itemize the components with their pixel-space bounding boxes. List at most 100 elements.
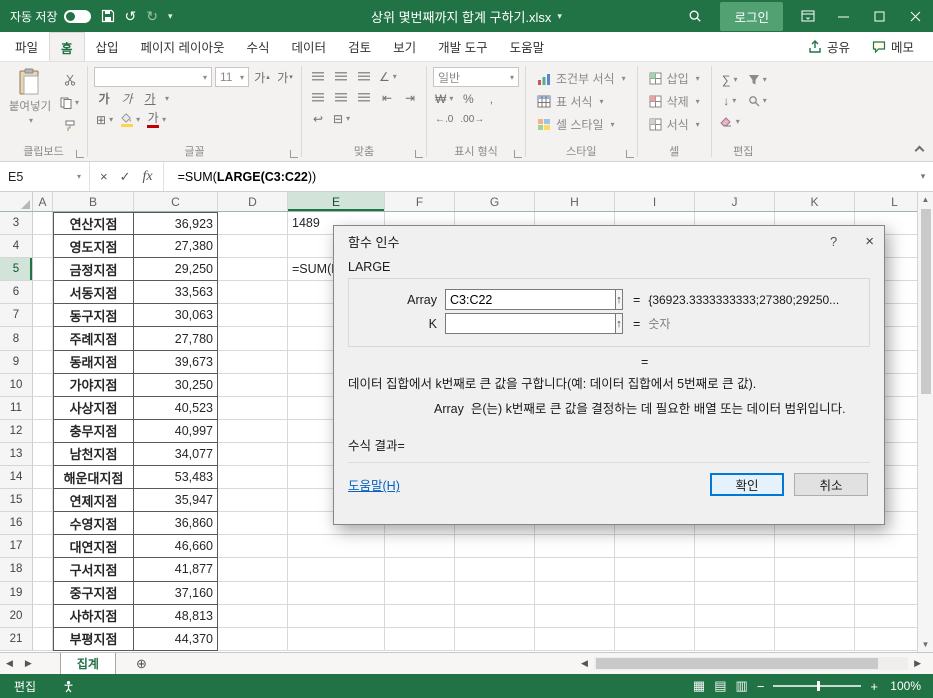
column-header-D[interactable]: D xyxy=(218,192,288,211)
cell-D13[interactable] xyxy=(218,442,288,467)
cell-A9[interactable] xyxy=(33,350,53,374)
percent-style-button[interactable]: % xyxy=(458,89,478,108)
scroll-down-icon[interactable]: ▼ xyxy=(922,637,930,652)
font-dialog-launcher-icon[interactable] xyxy=(290,150,299,158)
cell-B14[interactable]: 해운대지점 xyxy=(53,466,134,490)
row-header-20[interactable]: 20 xyxy=(0,604,33,628)
cell-styles-button[interactable]: 셀 스타일 ▾ xyxy=(532,114,631,135)
increase-decimal-button[interactable]: .00→ xyxy=(458,110,486,129)
tab-개발 도구[interactable]: 개발 도구 xyxy=(427,32,498,61)
cell-C15[interactable]: 35,947 xyxy=(134,489,218,513)
clear-button[interactable]: ▾ xyxy=(718,112,742,131)
cell-C11[interactable]: 40,523 xyxy=(134,396,218,420)
cell-C16[interactable]: 36,860 xyxy=(134,512,218,536)
wrap-text-button[interactable]: ↩ xyxy=(308,109,328,128)
tab-수식[interactable]: 수식 xyxy=(236,32,281,61)
cell-L21[interactable] xyxy=(855,627,917,651)
styles-dialog-launcher-icon[interactable] xyxy=(625,150,634,158)
cell-D19[interactable] xyxy=(218,581,288,605)
cell-D3[interactable] xyxy=(218,212,288,236)
tab-데이터[interactable]: 데이터 xyxy=(281,32,338,61)
decrease-font-size-button[interactable]: 가 ▾ xyxy=(275,68,295,87)
cell-C20[interactable]: 48,813 xyxy=(134,604,218,628)
cell-A15[interactable] xyxy=(33,489,53,513)
autosave-switch-icon[interactable] xyxy=(63,9,91,23)
column-header-G[interactable]: G xyxy=(455,192,535,211)
sheet-tab-active[interactable]: 집계 xyxy=(59,653,116,674)
cell-C17[interactable]: 46,660 xyxy=(134,535,218,559)
cancel-button[interactable]: 취소 xyxy=(794,473,868,497)
cell-I20[interactable] xyxy=(615,604,695,628)
vertical-scrollbar[interactable]: ▲ ▼ xyxy=(917,192,933,652)
cell-J17[interactable] xyxy=(695,535,775,559)
cell-B9[interactable]: 동래지점 xyxy=(53,350,134,374)
help-link[interactable]: 도움말(H) xyxy=(348,475,400,494)
share-button[interactable]: 공유 xyxy=(799,34,859,59)
redo-button[interactable]: ↻ xyxy=(146,8,158,25)
number-format-select[interactable]: 일반 ▾ xyxy=(433,67,520,87)
align-top-button[interactable] xyxy=(308,67,328,86)
cell-B16[interactable]: 수영지점 xyxy=(53,512,134,536)
row-header-3[interactable]: 3 xyxy=(0,212,33,236)
number-dialog-launcher-icon[interactable] xyxy=(514,150,523,158)
collapse-ribbon-icon[interactable] xyxy=(914,145,925,156)
column-header-I[interactable]: I xyxy=(615,192,695,211)
row-header-8[interactable]: 8 xyxy=(0,327,33,351)
cell-E20[interactable] xyxy=(288,604,385,628)
cell-A6[interactable] xyxy=(33,281,53,305)
vertical-scrollbar-thumb[interactable] xyxy=(920,209,931,394)
alignment-dialog-launcher-icon[interactable] xyxy=(415,150,424,158)
autosave-toggle[interactable]: 자동 저장 xyxy=(10,8,91,25)
cell-H20[interactable] xyxy=(535,604,615,628)
cell-B7[interactable]: 동구지점 xyxy=(53,304,134,328)
italic-button[interactable]: 가 xyxy=(117,89,137,108)
column-header-A[interactable]: A xyxy=(33,192,53,211)
cell-A8[interactable] xyxy=(33,327,53,351)
tab-페이지 레이아웃[interactable]: 페이지 레이아웃 xyxy=(130,32,236,61)
cell-D14[interactable] xyxy=(218,466,288,490)
page-layout-view-button[interactable]: ▤ xyxy=(714,678,726,694)
row-header-5[interactable]: 5 xyxy=(0,258,33,282)
zoom-in-button[interactable]: + xyxy=(870,679,878,694)
cell-B11[interactable]: 사상지점 xyxy=(53,396,134,420)
cell-L18[interactable] xyxy=(855,558,917,582)
cell-C4[interactable]: 27,380 xyxy=(134,235,218,259)
paste-button[interactable]: 붙여넣기 ▾ xyxy=(6,66,54,125)
cell-A16[interactable] xyxy=(33,512,53,536)
cell-D10[interactable] xyxy=(218,373,288,397)
align-middle-button[interactable] xyxy=(331,67,351,86)
search-icon[interactable] xyxy=(678,0,712,32)
tab-보기[interactable]: 보기 xyxy=(382,32,427,61)
cell-L19[interactable] xyxy=(855,581,917,605)
cell-D18[interactable] xyxy=(218,558,288,582)
dialog-title-bar[interactable]: 함수 인수 ? × xyxy=(334,226,884,256)
cell-C13[interactable]: 34,077 xyxy=(134,442,218,467)
close-button[interactable] xyxy=(897,0,933,32)
cell-D9[interactable] xyxy=(218,350,288,374)
cell-B21[interactable]: 부평지점 xyxy=(53,627,134,651)
cell-D8[interactable] xyxy=(218,327,288,351)
cell-D16[interactable] xyxy=(218,512,288,536)
increase-font-size-button[interactable]: 가 ▴ xyxy=(252,68,272,87)
cell-E21[interactable] xyxy=(288,627,385,651)
zoom-level[interactable]: 100% xyxy=(887,679,921,693)
minimize-button[interactable] xyxy=(825,0,861,32)
copy-button[interactable]: ▾ xyxy=(58,93,81,112)
find-select-button[interactable]: ▾ xyxy=(746,91,769,110)
cell-D11[interactable] xyxy=(218,396,288,420)
clipboard-dialog-launcher-icon[interactable] xyxy=(76,150,85,158)
cell-C7[interactable]: 30,063 xyxy=(134,304,218,328)
cell-D7[interactable] xyxy=(218,304,288,328)
new-sheet-button[interactable]: ⊕ xyxy=(136,656,147,672)
cell-D4[interactable] xyxy=(218,235,288,259)
cell-A20[interactable] xyxy=(33,604,53,628)
cell-F17[interactable] xyxy=(385,535,455,559)
row-header-10[interactable]: 10 xyxy=(0,373,33,397)
bold-button[interactable]: 가 xyxy=(94,89,114,108)
cell-L17[interactable] xyxy=(855,535,917,559)
align-center-button[interactable] xyxy=(331,88,351,107)
row-header-11[interactable]: 11 xyxy=(0,396,33,420)
column-header-K[interactable]: K xyxy=(775,192,855,211)
cell-I19[interactable] xyxy=(615,581,695,605)
cell-D6[interactable] xyxy=(218,281,288,305)
